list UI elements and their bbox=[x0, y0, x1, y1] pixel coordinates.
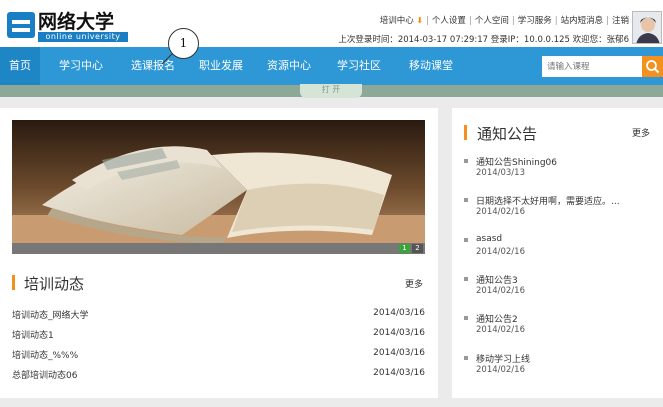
bullet-icon bbox=[464, 316, 468, 320]
notice-section-title: 通知公告 bbox=[477, 125, 538, 143]
news-row[interactable]: 培训动态_%%% 2014/03/16 bbox=[12, 348, 425, 362]
logo-subtitle: online university bbox=[38, 32, 128, 42]
notice-more-link[interactable]: 更多 bbox=[632, 126, 650, 139]
logo[interactable]: 网络大学 online university bbox=[4, 8, 130, 42]
news-title[interactable]: 培训动态1 bbox=[12, 328, 54, 341]
notice-date: 2014/02/16 bbox=[476, 247, 525, 257]
logo-mark-icon bbox=[7, 12, 35, 38]
news-title[interactable]: 总部培训动态06 bbox=[12, 368, 77, 381]
notice-title[interactable]: asasd bbox=[476, 234, 502, 244]
nav-item-career[interactable]: 职业发展 bbox=[188, 47, 254, 85]
slide-indicator-2[interactable]: 2 bbox=[412, 244, 423, 253]
top-link-sms[interactable]: 站内短消息 bbox=[561, 16, 604, 26]
news-date: 2014/03/16 bbox=[373, 348, 425, 358]
callout-pointer bbox=[161, 53, 173, 65]
slide-indicator-1[interactable]: 1 bbox=[399, 244, 410, 253]
notice-date: 2014/02/16 bbox=[476, 207, 525, 217]
news-date: 2014/03/16 bbox=[373, 308, 425, 318]
nav-item-community[interactable]: 学习社区 bbox=[326, 47, 392, 85]
top-link-learning-service[interactable]: 学习服务 bbox=[518, 16, 552, 26]
bullet-icon bbox=[464, 356, 468, 360]
logo-title: 网络大学 bbox=[38, 11, 115, 33]
nav-item-learning-center[interactable]: 学习中心 bbox=[48, 47, 114, 85]
nav-item-resources[interactable]: 资源中心 bbox=[256, 47, 322, 85]
open-book-image bbox=[12, 120, 425, 254]
news-row[interactable]: 培训动态_网络大学 2014/03/16 bbox=[12, 308, 425, 322]
avatar[interactable] bbox=[632, 11, 662, 44]
notice-title[interactable]: 通知公告3 bbox=[476, 273, 518, 286]
bullet-icon bbox=[464, 198, 468, 202]
notice-date: 2014/02/16 bbox=[476, 286, 525, 296]
banner-strip bbox=[12, 243, 425, 254]
news-row[interactable]: 总部培训动态06 2014/03/16 bbox=[12, 368, 425, 382]
news-date: 2014/03/16 bbox=[373, 368, 425, 378]
search-input[interactable] bbox=[542, 56, 642, 77]
right-panel: 通知公告 更多 通知公告Shining06 2014/03/13 日期选择不太好… bbox=[452, 108, 663, 398]
news-title[interactable]: 培训动态_%%% bbox=[12, 348, 78, 361]
notice-date: 2014/02/16 bbox=[476, 365, 525, 375]
search-button[interactable] bbox=[642, 56, 663, 77]
login-info: 上次登录时间：2014-03-17 07:29:17 登录IP：10.0.0.1… bbox=[338, 35, 629, 45]
user-avatar-icon bbox=[633, 12, 661, 43]
top-link-personal-space[interactable]: 个人空间 bbox=[475, 16, 509, 26]
section-marker bbox=[12, 275, 15, 290]
news-date: 2014/03/16 bbox=[373, 328, 425, 338]
notice-title[interactable]: 移动学习上线 bbox=[476, 352, 530, 365]
main-nav: 首页 学习中心 选课报名 职业发展 资源中心 学习社区 移动课堂 bbox=[0, 47, 663, 85]
top-link-personal-settings[interactable]: 个人设置 bbox=[432, 16, 466, 26]
news-row[interactable]: 培训动态1 2014/03/16 bbox=[12, 328, 425, 342]
page: 网络大学 online university 培训中心 ⬇ | 个人设置 | 个人空间 |… bbox=[0, 0, 663, 407]
left-panel: 1 2 培训动态 更多 培训动态_网络大学 2014/03/16 培训动态1 2… bbox=[0, 108, 438, 398]
nav-item-home[interactable]: 首页 bbox=[0, 47, 40, 85]
expand-toggle[interactable]: 打 开 bbox=[300, 84, 362, 98]
nav-item-mobile[interactable]: 移动课堂 bbox=[398, 47, 464, 85]
notice-title[interactable]: 日期选择不太好用啊，需要适应。... bbox=[476, 194, 620, 207]
banner-image[interactable] bbox=[12, 120, 425, 254]
section-marker bbox=[464, 125, 467, 140]
top-link-training-center[interactable]: 培训中心 bbox=[380, 16, 414, 26]
notice-title[interactable]: 通知公告Shining06 bbox=[476, 155, 557, 168]
logout-link[interactable]: 注销 bbox=[612, 16, 629, 26]
header: 网络大学 online university 培训中心 ⬇ | 个人设置 | 个人空间 |… bbox=[0, 0, 663, 47]
down-arrow-icon[interactable]: ⬇ bbox=[414, 16, 423, 25]
top-links: 培训中心 ⬇ | 个人设置 | 个人空间 | 学习服务 | 站内短消息 | 注销 bbox=[379, 16, 629, 26]
bullet-icon bbox=[464, 238, 468, 242]
bullet-icon bbox=[464, 159, 468, 163]
news-title[interactable]: 培训动态_网络大学 bbox=[12, 308, 89, 321]
bullet-icon bbox=[464, 277, 468, 281]
notice-title[interactable]: 通知公告2 bbox=[476, 312, 518, 325]
training-more-link[interactable]: 更多 bbox=[405, 277, 423, 290]
notice-date: 2014/03/13 bbox=[476, 168, 525, 178]
search-icon bbox=[646, 60, 660, 74]
notice-date: 2014/02/16 bbox=[476, 325, 525, 335]
training-section-title: 培训动态 bbox=[24, 275, 85, 293]
